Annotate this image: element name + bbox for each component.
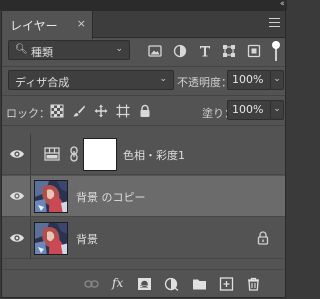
layers-bottom-toolbar: fx (2, 269, 285, 297)
add-mask-icon[interactable] (137, 277, 152, 291)
delete-layer-icon[interactable] (246, 277, 261, 291)
layer-thumbnail[interactable] (34, 180, 68, 213)
visibility-eye-icon[interactable] (9, 147, 25, 161)
new-layer-icon[interactable] (219, 277, 234, 291)
filter-toggle-knob (272, 41, 280, 49)
fill-input[interactable]: 100% (227, 100, 271, 120)
layer-row-adjustment[interactable]: 色相・彩度1 (2, 134, 285, 175)
tab-layers[interactable]: レイヤー × (2, 11, 93, 39)
divider (2, 95, 285, 96)
new-group-icon[interactable] (192, 277, 207, 291)
panel-resize-grip[interactable] (140, 285, 148, 288)
divider (2, 125, 285, 126)
type-filter-icon[interactable] (198, 44, 212, 58)
layer-thumbnail[interactable] (34, 222, 68, 255)
divider (2, 66, 285, 67)
layer-locked-icon[interactable] (257, 231, 269, 245)
filter-toggle-switch[interactable] (272, 41, 280, 61)
panel-title-strip: ‹‹ (0, 0, 287, 10)
divider (30, 134, 31, 175)
layer-name: 色相・彩度1 (123, 149, 185, 162)
tab-close-icon[interactable]: × (77, 17, 86, 30)
filter-kind-value: 種類 (31, 46, 53, 59)
blend-mode-value: ディザ合成 (15, 76, 70, 89)
filter-kind-select[interactable]: 🔍︎ 種類 ⌄ (8, 40, 130, 60)
chevron-down-icon: ⌄ (115, 44, 123, 54)
image-filter-icon[interactable] (148, 44, 162, 58)
panel-menu-icon[interactable] (269, 18, 280, 27)
lock-paint-icon[interactable] (72, 104, 86, 118)
layer-row-background[interactable]: 背景 (2, 218, 285, 259)
opacity-dropdown-icon[interactable]: ⌄ (270, 70, 284, 90)
layer-row-background-copy[interactable]: 背景 のコピー (2, 176, 285, 217)
shape-filter-icon[interactable] (222, 44, 236, 58)
mask-link-chain-icon[interactable] (69, 146, 79, 162)
adjustment-filter-icon[interactable] (173, 44, 187, 58)
layers-panel: レイヤー × 🔍︎ 種類 ⌄ ディザ合成 ⌄ 不透明度： 100% ⌄ ロック： (1, 10, 286, 298)
link-layers-icon[interactable] (84, 277, 99, 291)
lock-all-icon[interactable] (138, 104, 152, 118)
panel-tab-bar: レイヤー × (2, 11, 285, 39)
divider (30, 176, 31, 217)
search-icon: 🔍︎ (15, 44, 28, 55)
opacity-input[interactable]: 100% (227, 70, 271, 90)
layer-name: 背景 のコピー (76, 191, 146, 204)
lock-position-icon[interactable] (94, 104, 108, 118)
visibility-eye-icon[interactable] (9, 231, 25, 245)
filter-toggle-track (275, 47, 277, 61)
divider (30, 218, 31, 259)
layer-mask-thumbnail[interactable] (83, 138, 117, 171)
lock-transparent-icon[interactable] (50, 104, 64, 118)
smart-object-filter-icon[interactable] (247, 44, 261, 58)
chevron-down-icon: ⌄ (159, 74, 167, 84)
new-adjustment-icon[interactable] (164, 277, 179, 291)
layer-name: 背景 (76, 233, 98, 246)
tab-layers-label: レイヤー (10, 19, 58, 33)
lock-artboard-icon[interactable] (116, 104, 130, 118)
collapse-panels-icon[interactable]: ‹‹ (280, 0, 285, 9)
visibility-eye-icon[interactable] (9, 189, 25, 203)
fx-icon[interactable]: fx (112, 276, 123, 290)
lock-label: ロック： (6, 107, 50, 120)
blend-mode-select[interactable]: ディザ合成 ⌄ (8, 70, 174, 90)
opacity-label: 不透明度： (177, 76, 232, 89)
hue-saturation-adjustment-icon (44, 147, 60, 161)
fill-dropdown-icon[interactable]: ⌄ (270, 100, 284, 120)
